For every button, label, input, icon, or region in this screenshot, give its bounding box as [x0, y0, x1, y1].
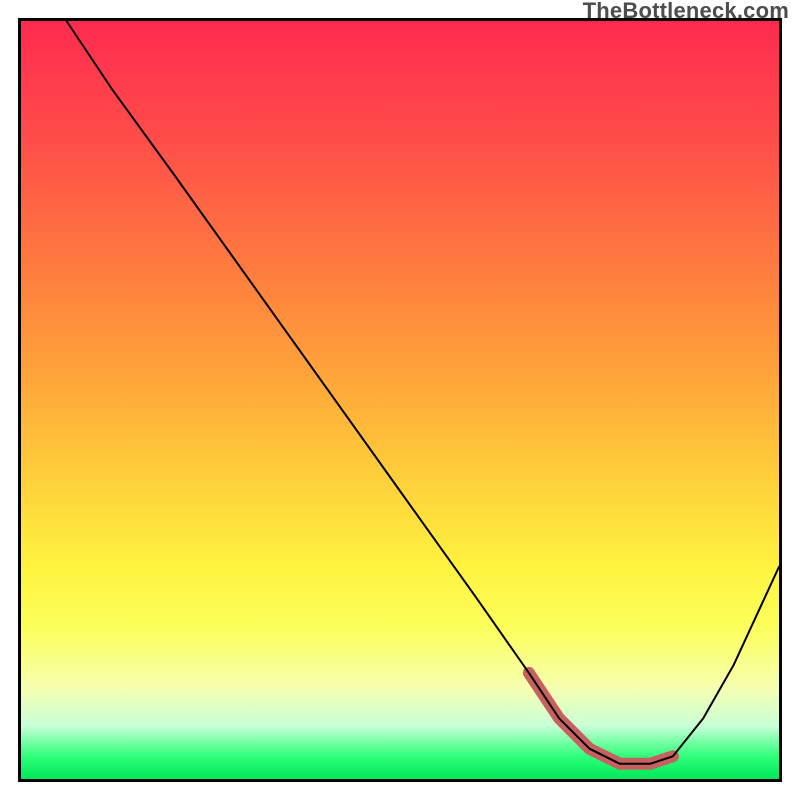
bottleneck-curve-path [67, 21, 780, 764]
chart-frame: TheBottleneck.com [0, 0, 800, 800]
optimal-band-path [529, 673, 673, 764]
plot-area [18, 18, 782, 782]
chart-svg [21, 21, 779, 779]
